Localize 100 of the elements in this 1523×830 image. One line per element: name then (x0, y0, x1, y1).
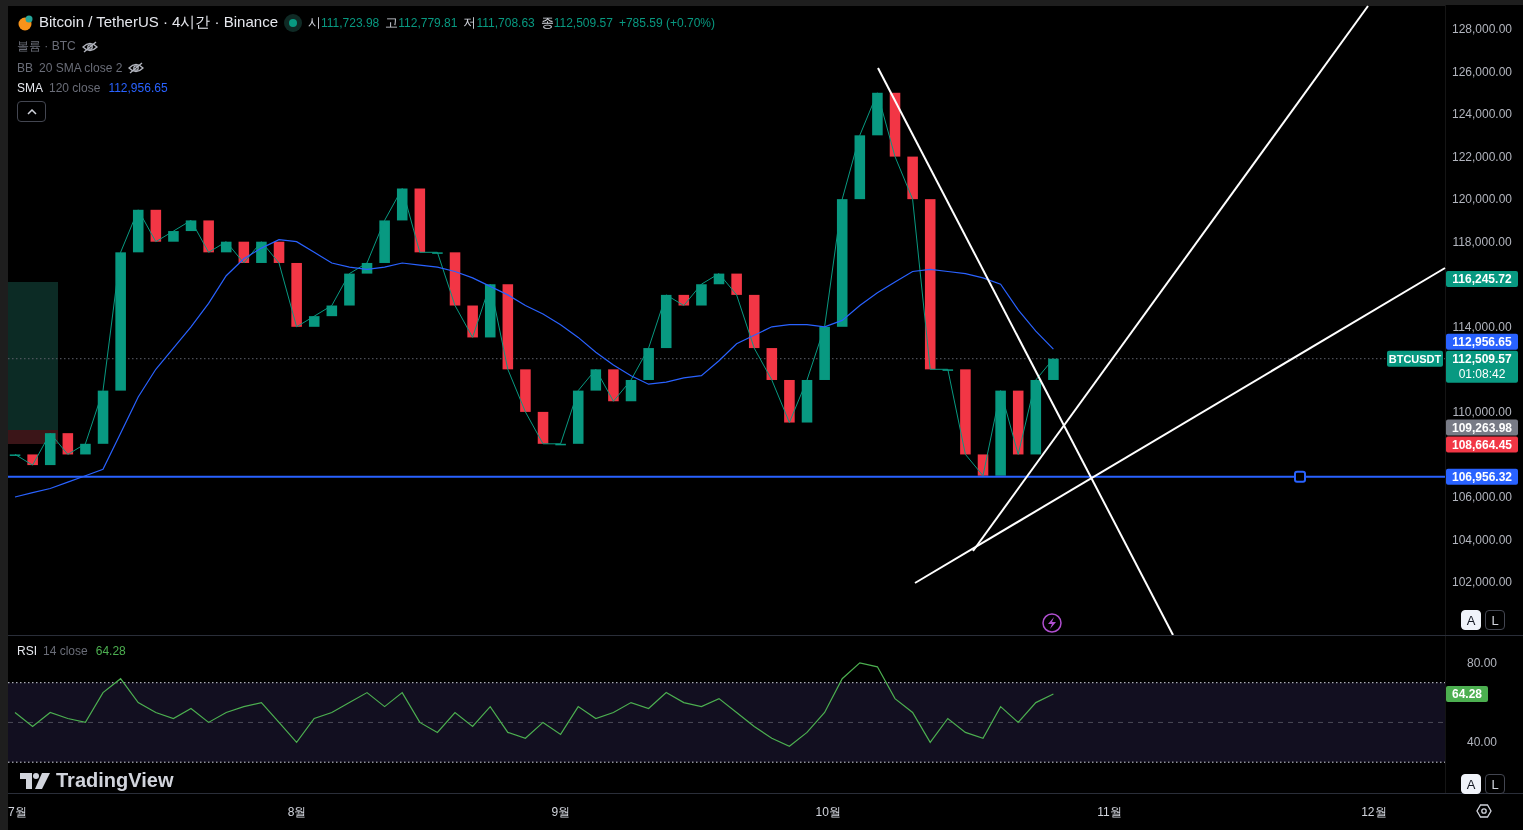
axis-tick-label: 128,000.00 (1451, 21, 1513, 36)
candle (132, 209, 144, 253)
line-handle[interactable] (1294, 470, 1306, 483)
candle (907, 156, 918, 200)
chevron-up-icon (26, 108, 37, 115)
eye-off-icon[interactable] (81, 40, 98, 53)
eye-off-icon[interactable] (128, 62, 145, 74)
ohlc-label: 종 (540, 14, 554, 30)
candle (660, 294, 672, 349)
candle (291, 262, 302, 327)
lightning-icon[interactable] (1042, 613, 1062, 633)
ohlc-label: 고 (385, 14, 399, 30)
axis-tick-label: 40.00 (1467, 735, 1497, 750)
ohlc-label: 저 (463, 14, 477, 30)
ohlc-value: 112,779.81 (398, 15, 458, 30)
indicator-name[interactable]: SMA (17, 81, 43, 95)
candle (537, 411, 549, 444)
candle (326, 305, 338, 317)
scale-mode-button[interactable]: L (1485, 610, 1505, 630)
candle (185, 220, 197, 232)
candle (344, 273, 355, 306)
candle (608, 369, 619, 402)
value-badge: 64.28 (1446, 686, 1488, 703)
ohlc-value: 112,509.57 (553, 15, 613, 30)
candle (590, 369, 602, 391)
collapse-button[interactable] (17, 101, 46, 122)
candle (713, 273, 725, 285)
logo-icon (20, 772, 50, 789)
candle (308, 316, 320, 327)
last-price-badge: 112,509.57 01:08:42 (1446, 350, 1518, 383)
candle (203, 220, 214, 253)
axis-tick-label: 104,000.00 (1451, 532, 1513, 547)
candle (97, 390, 109, 444)
candle (889, 92, 901, 157)
time-axis-label: 9월 (551, 804, 571, 821)
candle (625, 380, 637, 402)
time-axis-label: 8월 (287, 804, 307, 821)
candle (872, 92, 883, 136)
candle (784, 380, 795, 423)
price-change: +785.59 (+0.70%) (618, 15, 715, 30)
indicator-value: 112,956.65 (108, 81, 168, 95)
time-axis-label: 11월 (1097, 804, 1122, 821)
ohlc-value: 111,708.63 (476, 15, 535, 30)
axis-tick-label: 124,000.00 (1451, 107, 1513, 122)
candle (1012, 390, 1024, 455)
trend-lines-drawing[interactable] (877, 5, 1446, 635)
indicator-value: 64.28 (95, 644, 126, 658)
candle (449, 252, 461, 306)
candle (748, 294, 760, 349)
candle (44, 433, 56, 466)
indicator-name[interactable]: 볼륨 · BTC (17, 38, 76, 55)
candle (256, 241, 267, 263)
indicator-params: 120 close (49, 81, 101, 95)
scale-mode-button[interactable]: L (1485, 774, 1505, 794)
candle (678, 294, 690, 306)
candle (150, 209, 162, 242)
scale-mode-button[interactable]: A (1461, 774, 1481, 794)
candle (1048, 358, 1059, 380)
candle (572, 390, 584, 444)
candle (220, 241, 232, 253)
price-badge: 116,245.72 (1446, 271, 1518, 287)
axis-tick-label: 106,000.00 (1451, 490, 1513, 504)
indicator-params: 20 SMA close 2 (39, 61, 123, 75)
candle (273, 241, 285, 263)
candle (238, 241, 250, 263)
candle (643, 348, 654, 380)
candle (766, 348, 778, 380)
indicator-params: 14 close (43, 644, 88, 658)
candle (520, 369, 531, 412)
axis-tick-label: 120,000.00 (1451, 192, 1513, 207)
axis-tick-label: 122,000.00 (1451, 149, 1513, 164)
axis-tick-label: 102,000.00 (1451, 575, 1513, 590)
candle (467, 305, 478, 338)
candle (168, 231, 179, 242)
candle (361, 262, 373, 274)
settings-icon[interactable] (1476, 803, 1492, 819)
candle (62, 433, 74, 455)
ohlc-value: 111,723.98 (321, 15, 380, 30)
candle (379, 220, 390, 263)
candle (484, 284, 496, 338)
candle (555, 443, 566, 446)
candle (414, 188, 426, 253)
price-badge: 109,263.98 (1446, 419, 1518, 436)
price-badge: 112,956.65 (1446, 333, 1518, 350)
price-badge: 108,664.45 (1446, 436, 1518, 453)
axis-tick-label: 114,000.00 (1452, 319, 1512, 334)
indicator-name[interactable]: BB (17, 61, 33, 75)
coin-icon (17, 14, 33, 31)
ohlc-label: 시 (308, 14, 321, 30)
time-axis-label: 12월 (1361, 804, 1387, 821)
symbol-title[interactable]: Bitcoin / TetherUS · 4시간 · Binance (39, 13, 278, 32)
indicator-name[interactable]: RSI (17, 644, 37, 658)
logo-text: TradingView (56, 769, 174, 792)
candle (819, 326, 830, 380)
candle (696, 284, 707, 306)
horizontal-line[interactable] (8, 475, 1446, 478)
scale-mode-button[interactable]: A (1461, 610, 1481, 630)
time-axis-label: 10월 (815, 804, 841, 821)
axis-tick-label: 80.00 (1467, 655, 1497, 670)
candle (396, 188, 408, 221)
